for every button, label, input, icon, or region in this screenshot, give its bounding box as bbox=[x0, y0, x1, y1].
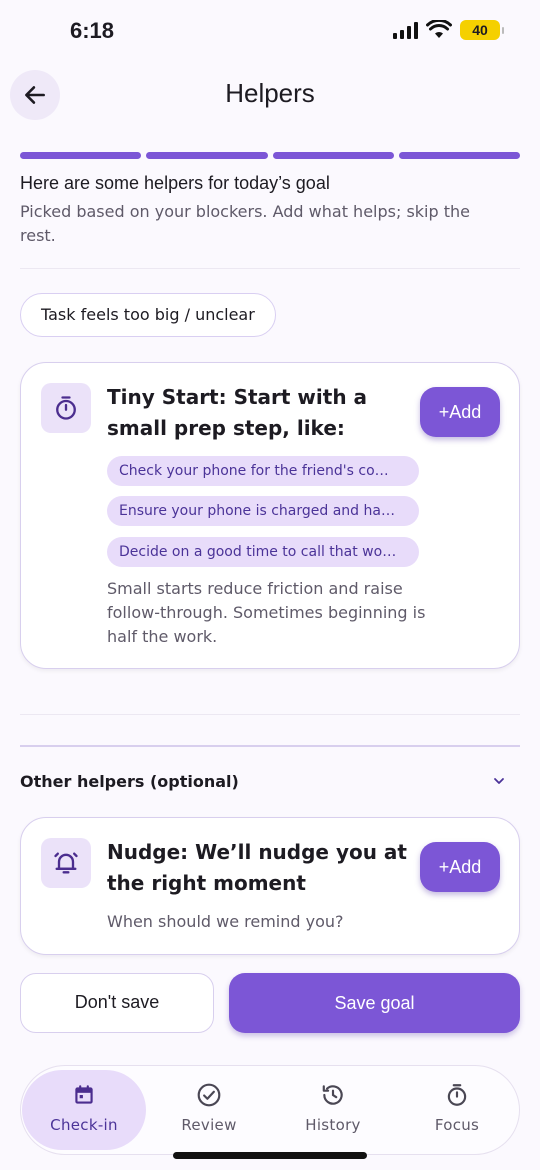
progress-indicator bbox=[20, 152, 520, 159]
other-helpers-toggle[interactable]: Other helpers (optional) bbox=[20, 772, 239, 791]
nav-label: Review bbox=[181, 1116, 237, 1134]
nav-label: Check-in bbox=[50, 1116, 118, 1134]
wifi-icon bbox=[426, 20, 452, 38]
nudge-card: Nudge: We’ll nudge you at the right mome… bbox=[20, 817, 520, 955]
page-title: Helpers bbox=[225, 78, 315, 108]
add-tiny-start-button[interactable]: +Add bbox=[420, 387, 500, 437]
status-icons: 40 bbox=[393, 20, 504, 40]
intro-title: Here are some helpers for today’s goal bbox=[20, 173, 330, 193]
header: Helpers bbox=[0, 66, 540, 126]
tiny-start-description: Small starts reduce friction and raise f… bbox=[107, 579, 426, 646]
status-time: 6:18 bbox=[70, 18, 115, 43]
blocker-chip[interactable]: Task feels too big / unclear bbox=[20, 293, 276, 337]
bottom-nav: Check-in Review History Focus bbox=[20, 1065, 520, 1155]
progress-step bbox=[146, 152, 268, 159]
nav-item-focus[interactable]: Focus bbox=[395, 1070, 519, 1150]
status-bar: 6:18 40 bbox=[0, 0, 540, 64]
progress-step bbox=[20, 152, 142, 159]
history-icon bbox=[322, 1085, 343, 1105]
battery-icon: 40 bbox=[460, 20, 504, 40]
divider bbox=[20, 268, 520, 269]
nav-item-check-in[interactable]: Check-in bbox=[22, 1070, 146, 1150]
nudge-title: Nudge: We’ll nudge you at the right mome… bbox=[107, 840, 407, 895]
bell-icon bbox=[41, 838, 91, 888]
nav-item-history[interactable]: History bbox=[271, 1070, 395, 1150]
nudge-description: When should we remind you? bbox=[107, 912, 344, 931]
add-nudge-button[interactable]: +Add bbox=[420, 842, 500, 892]
home-indicator bbox=[173, 1152, 367, 1159]
save-goal-button[interactable]: Save goal bbox=[229, 973, 520, 1033]
nav-label: History bbox=[305, 1116, 361, 1134]
suggestion-chip[interactable]: Ensure your phone is charged and ha… bbox=[107, 496, 419, 526]
suggestion-chip[interactable]: Check your phone for the friend's co… bbox=[107, 456, 419, 486]
signal-icon bbox=[393, 21, 418, 39]
check-circle-icon bbox=[197, 1083, 221, 1107]
intro-subtitle: Picked based on your blockers. Add what … bbox=[20, 202, 470, 245]
chevron-down-icon[interactable] bbox=[492, 776, 506, 786]
progress-step bbox=[272, 152, 394, 159]
timer-icon bbox=[41, 383, 91, 433]
timer-icon bbox=[447, 1084, 467, 1106]
calendar-icon bbox=[75, 1085, 93, 1104]
section-divider bbox=[20, 745, 520, 747]
nav-label: Focus bbox=[434, 1116, 480, 1134]
progress-step bbox=[398, 152, 520, 159]
tiny-start-card: Tiny Start: Start with a small prep step… bbox=[20, 362, 520, 669]
divider bbox=[20, 714, 520, 715]
suggestion-chip[interactable]: Decide on a good time to call that wo… bbox=[107, 537, 419, 567]
dont-save-button[interactable]: Don't save bbox=[20, 973, 214, 1033]
nav-item-review[interactable]: Review bbox=[147, 1070, 271, 1150]
tiny-start-title: Tiny Start: Start with a small prep step… bbox=[107, 385, 368, 440]
